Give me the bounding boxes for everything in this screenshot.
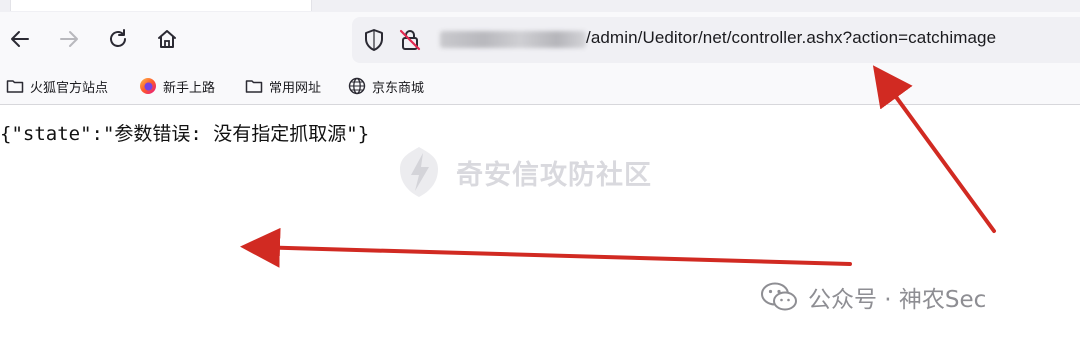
wechat-icon [761, 282, 797, 311]
credit-text: 公众号 · 神农Sec [808, 287, 987, 313]
browser-window: /admin/Ueditor/net/controller.ashx?actio… [0, 0, 1080, 339]
arrow-to-url [872, 65, 996, 233]
wechat-credit: 公众号 · 神农Sec [760, 277, 986, 317]
arrow-to-response [240, 227, 852, 268]
